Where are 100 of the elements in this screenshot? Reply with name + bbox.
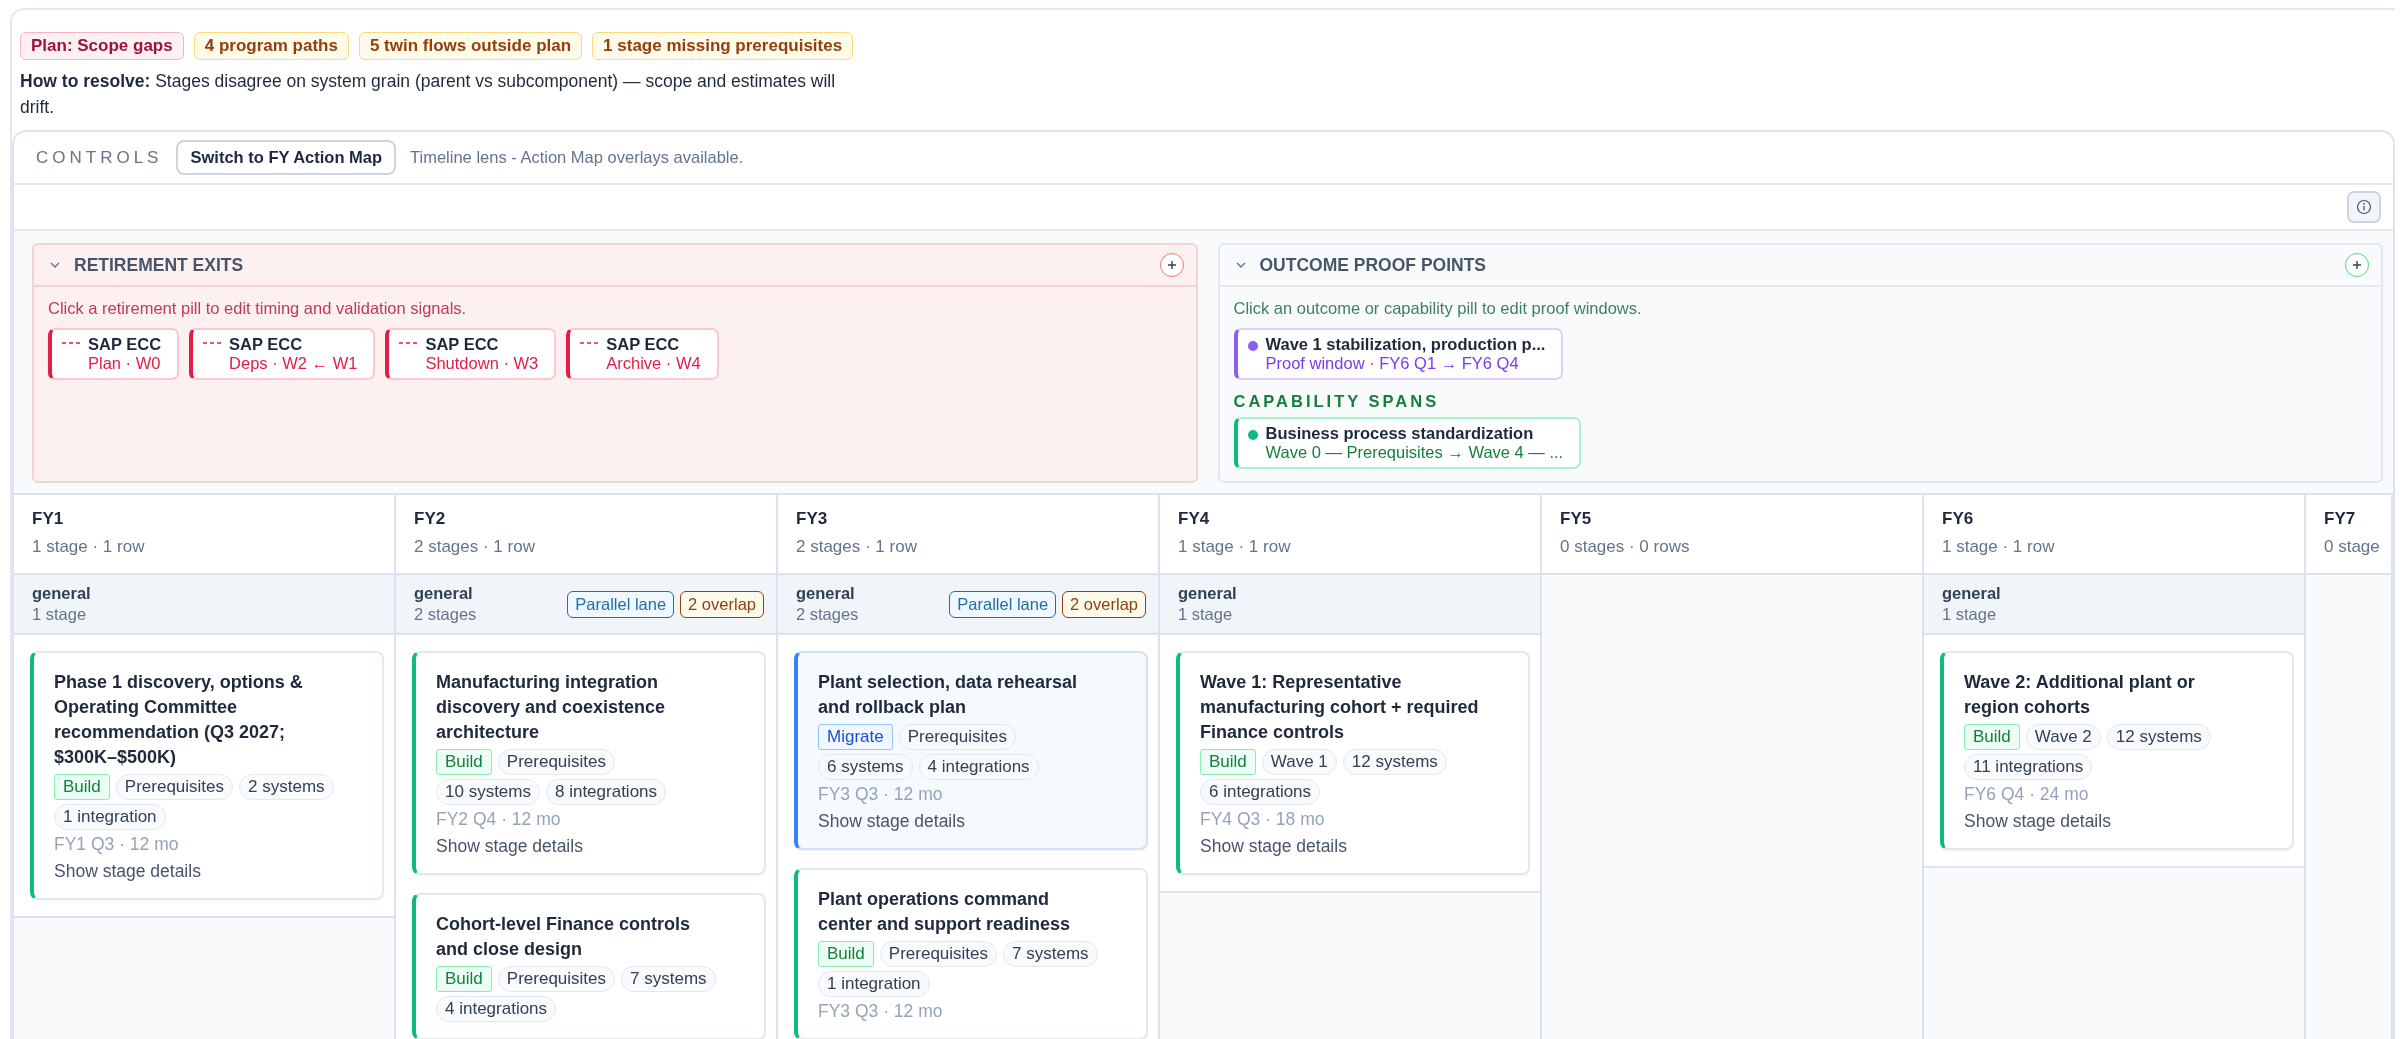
lane-count: 2 stages xyxy=(796,605,859,624)
retirement-pill[interactable]: SAP ECC Plan · W0 xyxy=(48,328,180,380)
pill-detail: Proof window · FY6 Q1 → FY6 Q4 xyxy=(1265,354,1520,373)
stage-chip: 1 integration xyxy=(54,804,166,830)
stage-title: Wave 2: Additional plant or region cohorts xyxy=(1964,671,2196,719)
stage-chip: 6 integrations xyxy=(1200,779,1321,805)
stage-chip: Prerequisites xyxy=(898,724,1016,750)
timing-text: FY4 Q3 · 18 mo xyxy=(1200,809,1326,830)
stage-title: Plant operations command center and support readiness xyxy=(818,888,1072,936)
stage-chip: Wave 1 xyxy=(1261,749,1337,775)
column-summary: 1 stage · 1 row xyxy=(1942,537,2056,557)
stage-card[interactable]: Wave 1: Representative manufacturing cohort + required Finance controls Build Wave 1 12 systems 6 integrations FY4 Q3 · 18 mo Show stage details xyxy=(1176,651,1530,875)
year-label: FY6 xyxy=(1942,509,1975,529)
column-summary: 0 stage xyxy=(2324,537,2379,557)
pill-detail: Plan · W0 xyxy=(88,354,162,373)
capability-pill[interactable]: Business process standardization Wave 0 — Prerequisites → Wave 4 — ... xyxy=(1233,417,1582,469)
type-tag: Build xyxy=(436,749,492,775)
info-icon xyxy=(2356,199,2372,215)
stage-chip: 10 systems xyxy=(436,779,540,805)
plus-icon xyxy=(2352,260,2362,270)
stage-chip: Prerequisites xyxy=(497,749,616,775)
details-link[interactable]: Show stage details xyxy=(1964,811,2252,832)
lane-badge: Parallel lane xyxy=(567,590,675,618)
details-link[interactable]: Show stage details xyxy=(54,861,342,882)
add-button[interactable] xyxy=(2345,253,2369,277)
stage-chip: 12 systems xyxy=(2106,724,2211,750)
stage-chip: 7 systems xyxy=(1003,941,1098,967)
year-label: FY2 xyxy=(414,509,447,529)
stage-chip: 6 systems xyxy=(818,754,913,780)
year-label: FY1 xyxy=(32,509,65,529)
switch-view-button[interactable]: Switch to FY Action Map xyxy=(176,140,397,175)
lane-name: general xyxy=(32,584,91,603)
dashed-line-icon xyxy=(62,341,80,345)
lane-badge: Parallel lane xyxy=(949,590,1057,618)
details-link[interactable]: Show stage details xyxy=(1200,836,1488,857)
section-heading: CAPABILITY SPANS xyxy=(1233,392,1441,411)
stage-chip: 1 integration xyxy=(818,971,930,997)
stage-title: Cohort-level Finance controls and close design xyxy=(436,913,692,961)
retirement-pill[interactable]: SAP ECC Deps · W2 ← W1 xyxy=(189,328,376,380)
dashed-line-icon xyxy=(580,341,599,345)
year-label: FY7 xyxy=(2324,509,2357,529)
stage-chip: Wave 2 xyxy=(2025,724,2101,750)
stage-card[interactable]: Manufacturing integration discovery and coexistence architecture Build Prerequisites 10 systems 8 integrations FY2 Q4 · 12 mo Show stage details xyxy=(412,651,766,875)
lane-badge: 2 overlap xyxy=(680,590,764,618)
hint-text: Click an outcome or capability pill to edit proof windows. xyxy=(1233,299,1643,318)
status-badge: Plan: Scope gaps xyxy=(20,32,184,60)
stage-title: Wave 1: Representative manufacturing cohort + required Finance controls xyxy=(1200,671,1480,744)
stage-title: Phase 1 discovery, options & Operating Committee recommendation (Q3 2027; $300K–$500K) xyxy=(54,671,304,769)
pill-title: SAP ECC xyxy=(88,335,162,354)
outcome-pill[interactable]: Wave 1 stabilization, production p... Proof window · FY6 Q1 → FY6 Q4 xyxy=(1233,328,1564,380)
details-link[interactable]: Show stage details xyxy=(818,811,1106,832)
stage-chip: 11 integrations xyxy=(1964,754,2093,780)
details-link[interactable]: Show stage details xyxy=(436,836,724,857)
lane-count: 1 stage xyxy=(1942,605,1998,624)
pill-detail: Deps · W2 ← W1 xyxy=(229,354,358,373)
stage-chip: Prerequisites xyxy=(879,941,998,967)
dot-icon xyxy=(1247,430,1258,440)
lane-badge: 2 overlap xyxy=(1062,590,1146,618)
stage-card[interactable]: Plant selection, data rehearsal and rollback plan Migrate Prerequisites 6 systems 4 integrations FY3 Q3 · 12 mo Show stage details xyxy=(794,651,1148,850)
type-tag: Build xyxy=(1200,749,1256,775)
stage-chip: 7 systems xyxy=(621,966,716,992)
pill-title: SAP ECC xyxy=(606,335,681,354)
stage-card[interactable]: Cohort-level Finance controls and close design Build Prerequisites 7 systems 4 integrations xyxy=(412,893,766,1039)
panel-title: OUTCOME PROOF POINTS xyxy=(1259,254,1488,276)
timing-text: FY2 Q4 · 12 mo xyxy=(436,809,562,830)
stage-card[interactable]: Plant operations command center and support readiness Build Prerequisites 7 systems 1 integration FY3 Q3 · 12 mo xyxy=(794,868,1148,1039)
pill-title: SAP ECC xyxy=(229,335,304,354)
type-tag: Build xyxy=(436,966,492,992)
type-tag: Build xyxy=(54,774,110,800)
stage-card[interactable]: Wave 2: Additional plant or region cohorts Build Wave 2 12 systems 11 integrations FY6 Q4 · 24 mo Show stage details xyxy=(1940,651,2294,850)
pill-detail: Wave 0 — Prerequisites → Wave 4 — ... xyxy=(1265,443,1564,462)
stage-chip: 2 systems xyxy=(239,774,334,800)
year-label: FY3 xyxy=(796,509,829,529)
type-tag: Build xyxy=(818,941,874,967)
stage-card[interactable]: Phase 1 discovery, options & Operating Committee recommendation (Q3 2027; $300K–$500K) Build Prerequisites 2 systems 1 integration FY1 Q3 · 12 mo Show stage details xyxy=(30,651,384,900)
type-tag: Migrate xyxy=(818,724,893,750)
lane-name: general xyxy=(1178,584,1237,603)
lane-count: 2 stages xyxy=(414,605,477,624)
stage-chip: 4 integrations xyxy=(436,996,557,1022)
hint-text: Click a retirement pill to edit timing and validation signals. xyxy=(48,299,468,318)
timing-text: FY1 Q3 · 12 mo xyxy=(54,834,180,855)
timing-text: FY6 Q4 · 24 mo xyxy=(1964,784,2090,805)
panel-title: RETIREMENT EXITS xyxy=(74,254,245,276)
pill-title: Business process standardization xyxy=(1265,424,1535,443)
dashed-line-icon xyxy=(399,341,418,345)
retirement-pill[interactable]: SAP ECC Shutdown · W3 xyxy=(385,328,557,380)
status-badge: 4 program paths xyxy=(193,32,349,60)
column-summary: 1 stage · 1 row xyxy=(32,537,146,557)
status-badge: 5 twin flows outside plan xyxy=(358,32,583,60)
stage-chip: Prerequisites xyxy=(115,774,234,800)
retirement-pill[interactable]: SAP ECC Archive · W4 xyxy=(566,328,719,380)
section-label: CONTROLS xyxy=(36,147,163,168)
year-label: FY4 xyxy=(1178,509,1211,529)
lane-name: general xyxy=(1942,584,2001,603)
add-button[interactable] xyxy=(1159,253,1184,277)
stage-chip: Prerequisites xyxy=(497,966,616,992)
timing-text: FY3 Q3 · 12 mo xyxy=(818,784,944,805)
pill-detail: Archive · W4 xyxy=(606,354,701,373)
info-button[interactable] xyxy=(2347,191,2381,223)
stage-title: Manufacturing integration discovery and coexistence architecture xyxy=(436,671,667,744)
